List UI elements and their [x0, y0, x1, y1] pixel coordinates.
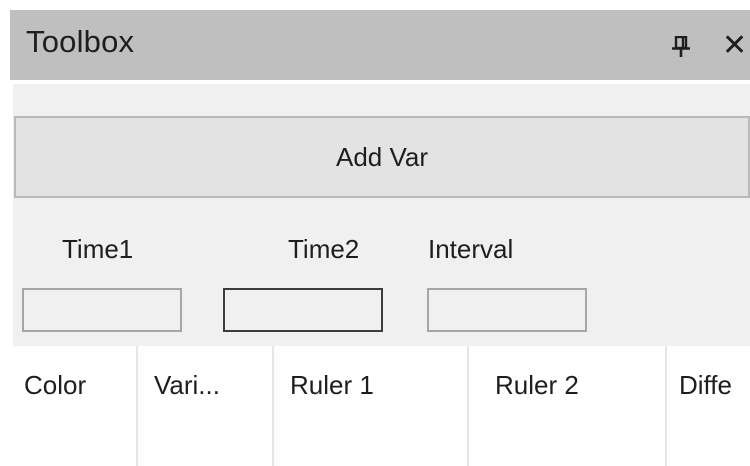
pin-icon[interactable] [671, 36, 691, 58]
column-header-label: Ruler 1 [290, 370, 374, 400]
panel-title: Toolbox [26, 24, 135, 59]
column-header-label: Vari... [154, 370, 220, 400]
column-header-color[interactable]: Color [10, 346, 138, 466]
column-header-label: Ruler 2 [495, 370, 579, 400]
add-var-button[interactable]: Add Var [14, 116, 750, 198]
interval-field[interactable] [427, 288, 587, 332]
time2-label: Time2 [288, 234, 360, 264]
column-header-label: Color [24, 370, 87, 400]
time1-label: Time1 [62, 234, 134, 264]
interval-label: Interval [428, 234, 514, 264]
column-header-ruler-1[interactable]: Ruler 1 [274, 346, 469, 466]
column-header-difference[interactable]: Diffe [667, 346, 750, 466]
title-bar[interactable]: Toolbox ✕ [10, 10, 750, 80]
close-icon[interactable]: ✕ [722, 31, 747, 61]
time1-field[interactable] [22, 288, 182, 332]
column-header-label: Diffe [679, 370, 732, 400]
column-header-variable[interactable]: Vari... [138, 346, 274, 466]
variables-table-header: Color Vari... Ruler 1 Ruler 2 Diffe [10, 346, 750, 466]
column-header-ruler-2[interactable]: Ruler 2 [469, 346, 667, 466]
time2-field[interactable] [223, 288, 383, 332]
